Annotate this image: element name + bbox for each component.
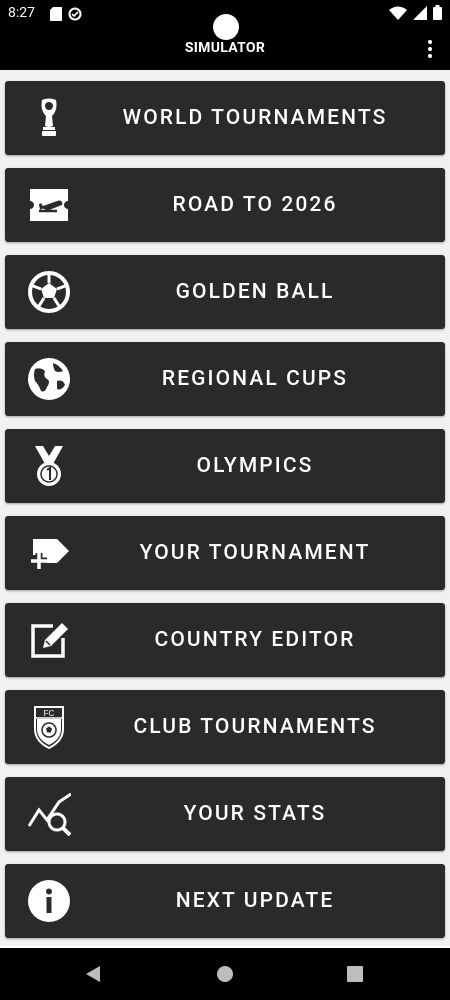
your-stats-button[interactable]: YOUR STATS (5, 777, 445, 851)
road-to-2026-button[interactable]: ROAD TO 2026 (5, 168, 445, 242)
recents-icon[interactable] (345, 964, 365, 984)
svg-text:FC: FC (44, 709, 55, 718)
system-nav-bar (0, 948, 450, 1000)
next-update-button[interactable]: NEXT UPDATE (5, 864, 445, 938)
overflow-menu-icon[interactable] (426, 39, 434, 59)
olympics-button[interactable]: OLYMPICS (5, 429, 445, 503)
signal-icon (413, 5, 427, 24)
data-saver-icon (68, 6, 82, 25)
sd-card-icon (50, 6, 62, 25)
app-logo (213, 14, 239, 40)
club-tournaments-button[interactable]: FC CLUB TOURNAMENTS (5, 690, 445, 764)
menu-item-label: OLYMPICS (196, 454, 314, 478)
menu-item-label: ROAD TO 2026 (172, 193, 338, 217)
menu-item-label: YOUR TOURNAMENT (139, 541, 371, 565)
menu-item-label: COUNTRY EDITOR (154, 628, 356, 652)
menu-item-label: YOUR STATS (183, 802, 327, 826)
menu-item-label: REGIONAL CUPS (161, 367, 349, 391)
regional-cups-button[interactable]: REGIONAL CUPS (5, 342, 445, 416)
menu-item-label: GOLDEN BALL (175, 280, 335, 304)
menu-item-label: CLUB TOURNAMENTS (133, 715, 377, 739)
menu-item-label: NEXT UPDATE (175, 889, 335, 913)
country-editor-button[interactable]: COUNTRY EDITOR (5, 603, 445, 677)
wifi-icon (389, 5, 407, 24)
golden-ball-button[interactable]: GOLDEN BALL (5, 255, 445, 329)
battery-icon (433, 5, 442, 24)
back-icon[interactable] (84, 964, 104, 984)
app-bar: SIMULATOR (0, 14, 450, 70)
main-menu: WORLD TOURNAMENTS ROAD TO 2026 GOLDEN BA… (0, 70, 450, 946)
your-tournament-button[interactable]: YOUR TOURNAMENT (5, 516, 445, 590)
home-icon[interactable] (215, 964, 235, 984)
world-tournaments-button[interactable]: WORLD TOURNAMENTS (5, 81, 445, 155)
menu-item-label: WORLD TOURNAMENTS (122, 106, 388, 130)
status-time: 8:27 (8, 5, 35, 21)
app-title: SIMULATOR (184, 40, 266, 56)
